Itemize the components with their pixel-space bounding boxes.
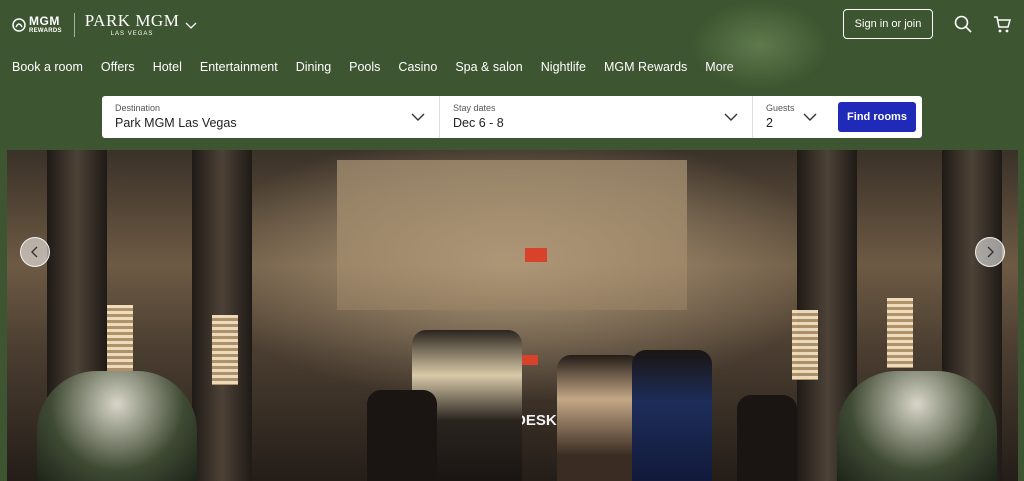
carousel-next-button[interactable] xyxy=(975,237,1005,267)
hero-chandelier xyxy=(792,310,818,380)
brand[interactable]: MGM REWARDS PARK MGM LAS VEGAS xyxy=(12,12,197,37)
nav-item-offers[interactable]: Offers xyxy=(101,60,135,74)
chevron-down-icon xyxy=(411,113,425,121)
hero-chandelier xyxy=(887,298,913,368)
nav-item-pools[interactable]: Pools xyxy=(349,60,380,74)
nav-item-nightlife[interactable]: Nightlife xyxy=(541,60,586,74)
destination-value: Park MGM Las Vegas xyxy=(115,116,237,130)
stay-dates-label: Stay dates xyxy=(453,103,496,113)
booking-widget: Destination Park MGM Las Vegas Stay date… xyxy=(102,96,922,138)
stay-dates-field[interactable]: Stay dates Dec 6 - 8 xyxy=(440,96,753,138)
cart-icon[interactable] xyxy=(992,14,1012,34)
destination-label: Destination xyxy=(115,103,161,113)
chevron-right-icon xyxy=(987,246,994,258)
chevron-down-icon[interactable] xyxy=(185,19,197,31)
property-location: LAS VEGAS xyxy=(110,31,154,37)
guests-value: 2 xyxy=(766,116,773,130)
find-rooms-button[interactable]: Find rooms xyxy=(838,102,916,132)
nav-item-mgm-rewards[interactable]: MGM Rewards xyxy=(604,60,687,74)
mgm-logo-text: MGM xyxy=(29,14,60,28)
mgm-logo-subtext: REWARDS xyxy=(29,28,62,34)
stay-dates-value: Dec 6 - 8 xyxy=(453,116,504,130)
hero-ceiling xyxy=(337,160,687,310)
nav-item-spa-salon[interactable]: Spa & salon xyxy=(455,60,522,74)
header: MGM REWARDS PARK MGM LAS VEGAS Sign in o… xyxy=(0,0,1024,48)
chevron-down-icon xyxy=(724,113,738,121)
mgm-rewards-logo: MGM REWARDS xyxy=(12,15,62,34)
property-name: PARK MGM xyxy=(84,11,180,30)
hero-plant xyxy=(37,371,197,481)
hero-image: DESK xyxy=(7,150,1018,481)
chevron-left-icon xyxy=(31,246,38,258)
guests-label: Guests xyxy=(766,103,795,113)
nav-item-book-a-room[interactable]: Book a room xyxy=(12,60,83,74)
main-nav: Book a room Offers Hotel Entertainment D… xyxy=(12,60,752,74)
hero-exit-sign xyxy=(525,248,547,262)
hero-exit-sign xyxy=(522,355,538,365)
nav-item-casino[interactable]: Casino xyxy=(398,60,437,74)
sign-in-button[interactable]: Sign in or join xyxy=(843,9,933,39)
chevron-down-icon xyxy=(803,113,817,121)
hero-person xyxy=(632,350,712,481)
destination-field[interactable]: Destination Park MGM Las Vegas xyxy=(102,96,440,138)
hero-person xyxy=(737,395,797,481)
hero-chandelier xyxy=(107,305,133,375)
nav-item-hotel[interactable]: Hotel xyxy=(153,60,182,74)
nav-item-more[interactable]: More xyxy=(705,60,733,74)
hero-chandelier xyxy=(212,315,238,385)
lion-icon xyxy=(12,17,26,32)
guests-field[interactable]: Guests 2 xyxy=(753,96,833,138)
nav-item-entertainment[interactable]: Entertainment xyxy=(200,60,278,74)
carousel-prev-button[interactable] xyxy=(20,237,50,267)
nav-item-dining[interactable]: Dining xyxy=(296,60,331,74)
hero-person xyxy=(367,390,437,481)
hero-plant xyxy=(837,371,997,481)
hero-person xyxy=(557,355,642,481)
brand-divider xyxy=(73,12,75,37)
search-icon[interactable] xyxy=(953,14,973,34)
property-logo: PARK MGM LAS VEGAS xyxy=(85,12,180,37)
